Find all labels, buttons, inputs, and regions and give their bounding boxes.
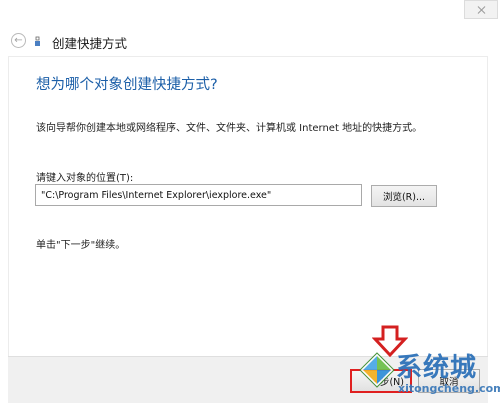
window-title: 创建快捷方式 (52, 36, 128, 51)
watermark: 系统城 xitongcheng.com (356, 345, 500, 402)
wizard-description: 该向导帮你创建本地或网络程序、文件、文件夹、计算机或 Internet 地址的快… (36, 123, 423, 134)
close-button[interactable] (464, 0, 498, 19)
location-label: 请键入对象的位置(T): (36, 173, 134, 184)
back-arrow-icon: ← (14, 35, 23, 46)
title-bar (0, 0, 500, 28)
watermark-brand: 系统城 (396, 353, 478, 383)
watermark-logo-icon (359, 352, 395, 388)
watermark-url: xitongcheng.com (398, 382, 500, 395)
shortcut-wizard-icon (35, 36, 40, 46)
page-title: 想为哪个对象创建快捷方式? (36, 77, 218, 93)
wizard-header: ← 创建快捷方式 (0, 28, 500, 56)
back-button[interactable]: ← (11, 33, 26, 48)
location-input[interactable] (35, 184, 362, 206)
continue-hint: 单击"下一步"继续。 (36, 240, 126, 251)
browse-button[interactable]: 浏览(R)... (371, 185, 437, 207)
